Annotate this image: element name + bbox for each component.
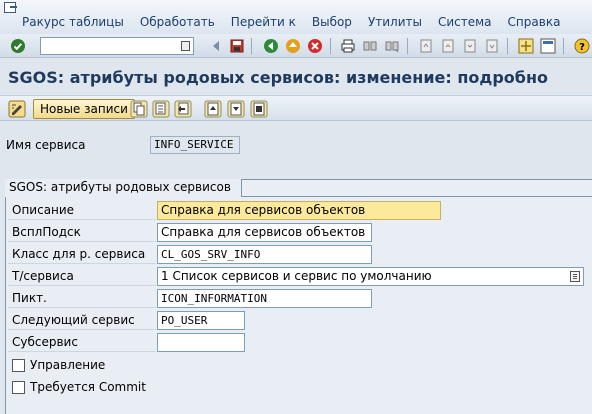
subservice-field[interactable] <box>157 333 245 352</box>
toolbar-separator <box>407 38 408 54</box>
menu-goto[interactable]: Перейти к <box>223 15 304 29</box>
menu-bar: Ракурс таблицы Обработать Перейти к Выбо… <box>0 0 592 34</box>
find-next-icon[interactable] <box>384 38 400 54</box>
menu-help[interactable]: Справка <box>500 15 569 29</box>
toolbar-separator <box>330 38 331 54</box>
control-checkbox[interactable] <box>12 359 25 372</box>
first-page-icon[interactable] <box>418 38 434 54</box>
service-class-label: Класс для р. сервиса <box>8 246 156 264</box>
copy-as-icon[interactable] <box>130 100 148 118</box>
svg-text:?: ? <box>579 42 585 53</box>
command-field[interactable] <box>40 37 194 55</box>
service-type-value: 1 Список сервисов и сервис по умолчанию <box>161 269 432 283</box>
standard-toolbar: ? <box>0 34 592 58</box>
menu-edit[interactable]: Обработать <box>132 15 223 29</box>
undo-change-icon[interactable] <box>174 100 192 118</box>
tooltip-label: ВсплПодск <box>8 224 156 242</box>
control-checkbox-label: Управление <box>30 358 106 372</box>
service-class-field[interactable]: CL_GOS_SRV_INFO <box>157 245 372 264</box>
print-icon[interactable] <box>340 38 356 54</box>
menu-selection[interactable]: Выбор <box>304 15 360 29</box>
select-all-icon[interactable] <box>250 100 268 118</box>
title-bar: SGOS: атрибуты родовых сервисов: изменен… <box>0 59 592 93</box>
help-icon[interactable]: ? <box>574 38 590 54</box>
menu-table-view[interactable]: Ракурс таблицы <box>14 15 132 29</box>
icon-field[interactable]: ICON_INFORMATION <box>157 289 372 308</box>
next-entry-icon[interactable] <box>227 100 245 118</box>
application-toolbar: Новые записи <box>0 95 592 121</box>
shortcut-icon[interactable] <box>540 38 556 54</box>
back-icon[interactable] <box>263 38 279 54</box>
next-service-field[interactable]: PO_USER <box>157 311 245 330</box>
tooltip-field[interactable]: Справка для сервисов объектов <box>157 223 372 242</box>
enter-icon[interactable] <box>10 38 26 54</box>
description-label: Описание <box>8 202 156 220</box>
description-field[interactable]: Справка для сервисов объектов <box>157 201 441 220</box>
next-service-label: Следующий сервис <box>8 312 156 330</box>
last-page-icon[interactable] <box>484 38 500 54</box>
commit-required-checkbox-label: Требуется Commit <box>30 380 146 394</box>
previous-entry-icon[interactable] <box>204 100 222 118</box>
delete-icon[interactable] <box>152 100 170 118</box>
new-entries-button[interactable]: Новые записи <box>33 99 135 119</box>
system-menu-icon[interactable] <box>4 2 17 13</box>
save-icon[interactable] <box>229 38 245 54</box>
icon-label: Пикт. <box>8 290 156 308</box>
service-name-label: Имя сервиса <box>6 138 86 152</box>
triangle-left-icon[interactable] <box>208 38 224 54</box>
new-session-icon[interactable] <box>518 38 534 54</box>
dropdown-icon[interactable] <box>570 271 580 282</box>
display-change-icon[interactable] <box>8 100 26 118</box>
next-page-icon[interactable] <box>462 38 478 54</box>
toolbar-separator <box>251 38 252 54</box>
commit-required-checkbox[interactable] <box>12 381 25 394</box>
menu-system[interactable]: Система <box>430 15 500 29</box>
cancel-icon[interactable] <box>307 38 323 54</box>
toolbar-separator <box>507 38 508 54</box>
command-history-icon[interactable] <box>181 41 190 51</box>
exit-icon[interactable] <box>285 38 301 54</box>
menu-utilities[interactable]: Утилиты <box>360 15 430 29</box>
service-type-label: Т/сервиса <box>8 268 156 286</box>
group-title: SGOS: атрибуты родовых сервисов <box>5 179 242 197</box>
prev-page-icon[interactable] <box>440 38 456 54</box>
menu-items: Ракурс таблицы Обработать Перейти к Выбо… <box>14 15 568 29</box>
service-name-field[interactable]: INFO_SERVICE <box>150 136 240 154</box>
find-icon[interactable] <box>362 38 378 54</box>
service-type-dropdown[interactable]: 1 Список сервисов и сервис по умолчанию <box>157 267 584 286</box>
subservice-label: Субсервис <box>8 334 156 352</box>
toolbar-separator <box>563 38 564 54</box>
page-title: SGOS: атрибуты родовых сервисов: изменен… <box>8 68 548 87</box>
